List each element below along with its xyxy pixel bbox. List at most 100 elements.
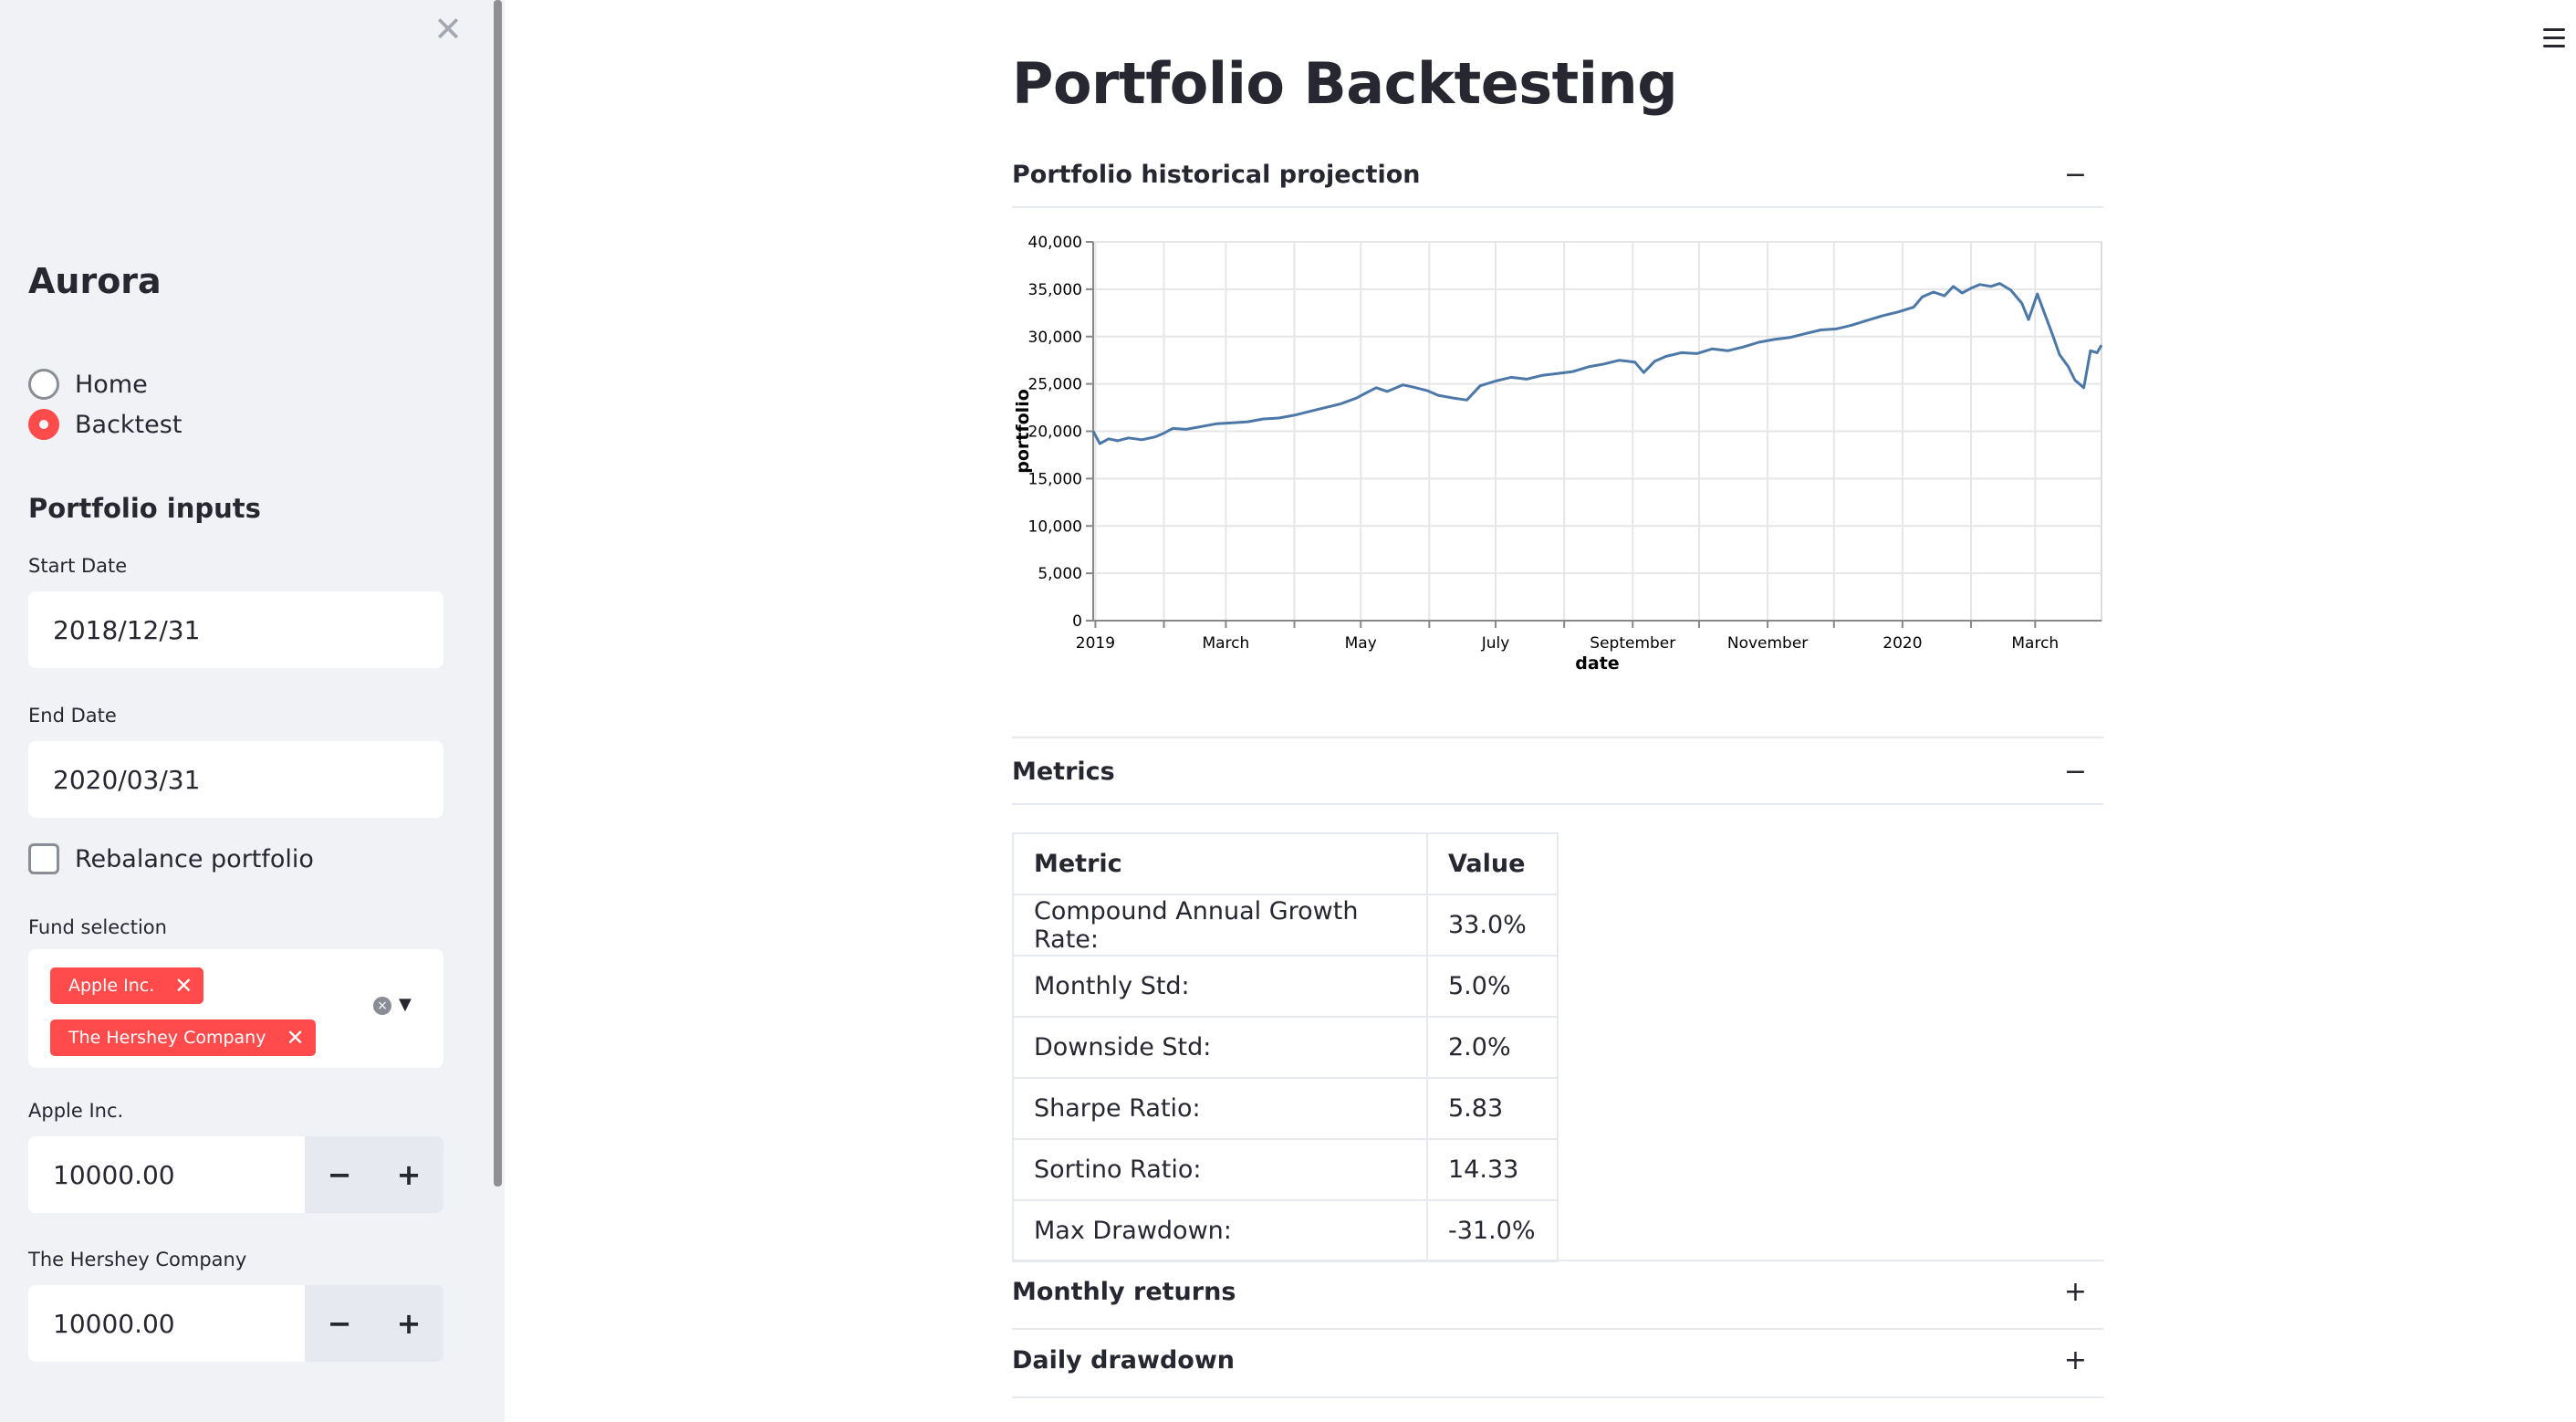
clear-all-icon[interactable]: × xyxy=(373,997,391,1015)
radio-checked-icon[interactable] xyxy=(28,409,59,440)
x-tick-label: July xyxy=(1481,634,1510,653)
expander-daily-drawdown[interactable]: Daily drawdown + xyxy=(1012,1333,2103,1387)
fund-multiselect[interactable]: Apple Inc. ✕ The Hershey Company ✕ × ▼ xyxy=(28,949,443,1068)
metric-name: Compound Annual Growth Rate: xyxy=(1012,894,1428,957)
divider xyxy=(1012,1328,2103,1330)
expander-metrics[interactable]: Metrics − xyxy=(1012,744,2103,799)
fund-amount-input-apple[interactable]: 10000.00 xyxy=(28,1136,305,1213)
y-tick-label: 0 xyxy=(1072,612,1082,631)
expander-title: Daily drawdown xyxy=(1012,1345,1235,1375)
fund-tag-hershey: The Hershey Company ✕ xyxy=(50,1019,316,1056)
close-icon[interactable]: ✕ xyxy=(433,11,464,47)
expander-monthly-returns[interactable]: Monthly returns + xyxy=(1012,1264,2103,1319)
table-row: Compound Annual Growth Rate: 33.0% xyxy=(1012,894,1559,957)
metric-name: Downside Std: xyxy=(1012,1016,1428,1079)
portfolio-line-chart: 0 5,000 10,000 15,000 20,000 25,000 30,000 35,0… xyxy=(1013,234,2103,674)
collapse-icon[interactable]: − xyxy=(2064,159,2087,191)
decrement-button[interactable]: − xyxy=(305,1136,374,1213)
y-tick-label: 35,000 xyxy=(1028,281,1082,299)
collapse-icon[interactable]: − xyxy=(2064,756,2087,788)
metric-value: -31.0% xyxy=(1426,1199,1559,1262)
column-header: Metric xyxy=(1012,832,1428,895)
divider xyxy=(1012,737,2103,738)
nav-radio-home[interactable]: Home xyxy=(28,366,148,403)
rebalance-label: Rebalance portfolio xyxy=(75,844,314,873)
table-row: Monthly Std: 5.0% xyxy=(1012,955,1559,1018)
fund-tag-label: The Hershey Company xyxy=(68,1028,266,1048)
fund-amount-label-apple: Apple Inc. xyxy=(28,1100,124,1122)
y-tick-label: 40,000 xyxy=(1028,234,1082,252)
table-row: Sortino Ratio: 14.33 xyxy=(1012,1138,1559,1201)
expander-title: Monthly returns xyxy=(1012,1277,1236,1306)
y-axis-title: portfolio xyxy=(1013,389,1033,474)
expander-title: Portfolio historical projection xyxy=(1012,160,1421,189)
y-tick-label: 10,000 xyxy=(1028,518,1082,536)
expander-title: Metrics xyxy=(1012,757,1115,786)
metric-value: 5.83 xyxy=(1426,1077,1559,1140)
end-date-input[interactable]: 2020/03/31 xyxy=(28,741,443,818)
table-header-row: Metric Value xyxy=(1012,832,1559,895)
x-tick-label: May xyxy=(1345,634,1377,653)
hamburger-menu-icon[interactable] xyxy=(2539,22,2571,55)
decrement-button[interactable]: − xyxy=(305,1285,374,1362)
x-tick-label: 2020 xyxy=(1882,634,1922,653)
metric-value: 2.0% xyxy=(1426,1016,1559,1079)
expand-icon[interactable]: + xyxy=(2064,1344,2087,1376)
x-axis-title: date xyxy=(1575,653,1619,674)
nav-label-home: Home xyxy=(75,370,148,399)
metric-name: Max Drawdown: xyxy=(1012,1199,1428,1262)
y-tick-label: 30,000 xyxy=(1028,329,1082,347)
y-tick-label: 15,000 xyxy=(1028,470,1082,488)
metric-value: 33.0% xyxy=(1426,894,1559,957)
chevron-down-icon[interactable]: ▼ xyxy=(399,995,412,1014)
fund-amount-stepper-apple: 10000.00 − + xyxy=(28,1136,443,1213)
remove-tag-icon[interactable]: ✕ xyxy=(286,1025,304,1051)
divider xyxy=(1012,803,2103,805)
increment-button[interactable]: + xyxy=(374,1285,443,1362)
x-tick-label: March xyxy=(2011,634,2059,653)
sidebar: ✕ Aurora Home Backtest Portfolio inputs … xyxy=(0,0,505,1422)
y-tick-label: 25,000 xyxy=(1028,376,1082,394)
expander-portfolio-projection[interactable]: Portfolio historical projection − xyxy=(1012,147,2103,202)
fund-amount-input-hershey[interactable]: 10000.00 xyxy=(28,1285,305,1362)
fund-amount-stepper-hershey: 10000.00 − + xyxy=(28,1285,443,1362)
fund-tag-label: Apple Inc. xyxy=(68,976,155,996)
rebalance-checkbox[interactable]: Rebalance portfolio xyxy=(28,840,314,878)
x-tick-label: September xyxy=(1590,634,1675,653)
metric-value: 5.0% xyxy=(1426,955,1559,1018)
start-date-label: Start Date xyxy=(28,555,128,577)
y-tick-label: 20,000 xyxy=(1028,423,1082,442)
metric-name: Sortino Ratio: xyxy=(1012,1138,1428,1201)
divider xyxy=(1012,1260,2103,1261)
table-row: Downside Std: 2.0% xyxy=(1012,1016,1559,1079)
divider xyxy=(1012,206,2103,208)
radio-unchecked-icon[interactable] xyxy=(28,369,59,400)
table-row: Max Drawdown: -31.0% xyxy=(1012,1199,1559,1262)
fund-amount-label-hershey: The Hershey Company xyxy=(28,1249,247,1270)
metric-value: 14.33 xyxy=(1426,1138,1559,1201)
x-tick-label: 2019 xyxy=(1076,634,1115,653)
metric-name: Monthly Std: xyxy=(1012,955,1428,1018)
y-tick-label: 5,000 xyxy=(1038,565,1082,583)
start-date-input[interactable]: 2018/12/31 xyxy=(28,591,443,668)
increment-button[interactable]: + xyxy=(374,1136,443,1213)
remove-tag-icon[interactable]: ✕ xyxy=(174,973,193,999)
page-title: Portfolio Backtesting xyxy=(1012,50,1678,117)
metric-name: Sharpe Ratio: xyxy=(1012,1077,1428,1140)
metrics-table: Metric Value Compound Annual Growth Rate… xyxy=(1012,832,1559,1262)
x-tick-label: March xyxy=(1202,634,1249,653)
expand-icon[interactable]: + xyxy=(2064,1276,2087,1308)
fund-tag-apple: Apple Inc. ✕ xyxy=(50,967,204,1004)
end-date-label: End Date xyxy=(28,705,117,727)
column-header: Value xyxy=(1426,832,1559,895)
checkbox-icon[interactable] xyxy=(28,843,59,874)
nav-label-backtest: Backtest xyxy=(75,410,183,439)
sidebar-scrollbar[interactable] xyxy=(494,0,502,1187)
portfolio-inputs-heading: Portfolio inputs xyxy=(28,493,261,524)
nav-radio-backtest[interactable]: Backtest xyxy=(28,406,182,443)
table-row: Sharpe Ratio: 5.83 xyxy=(1012,1077,1559,1140)
fund-selection-label: Fund selection xyxy=(28,916,167,938)
divider xyxy=(1012,1396,2103,1398)
x-tick-label: November xyxy=(1727,634,1808,653)
app-title: Aurora xyxy=(28,261,162,301)
